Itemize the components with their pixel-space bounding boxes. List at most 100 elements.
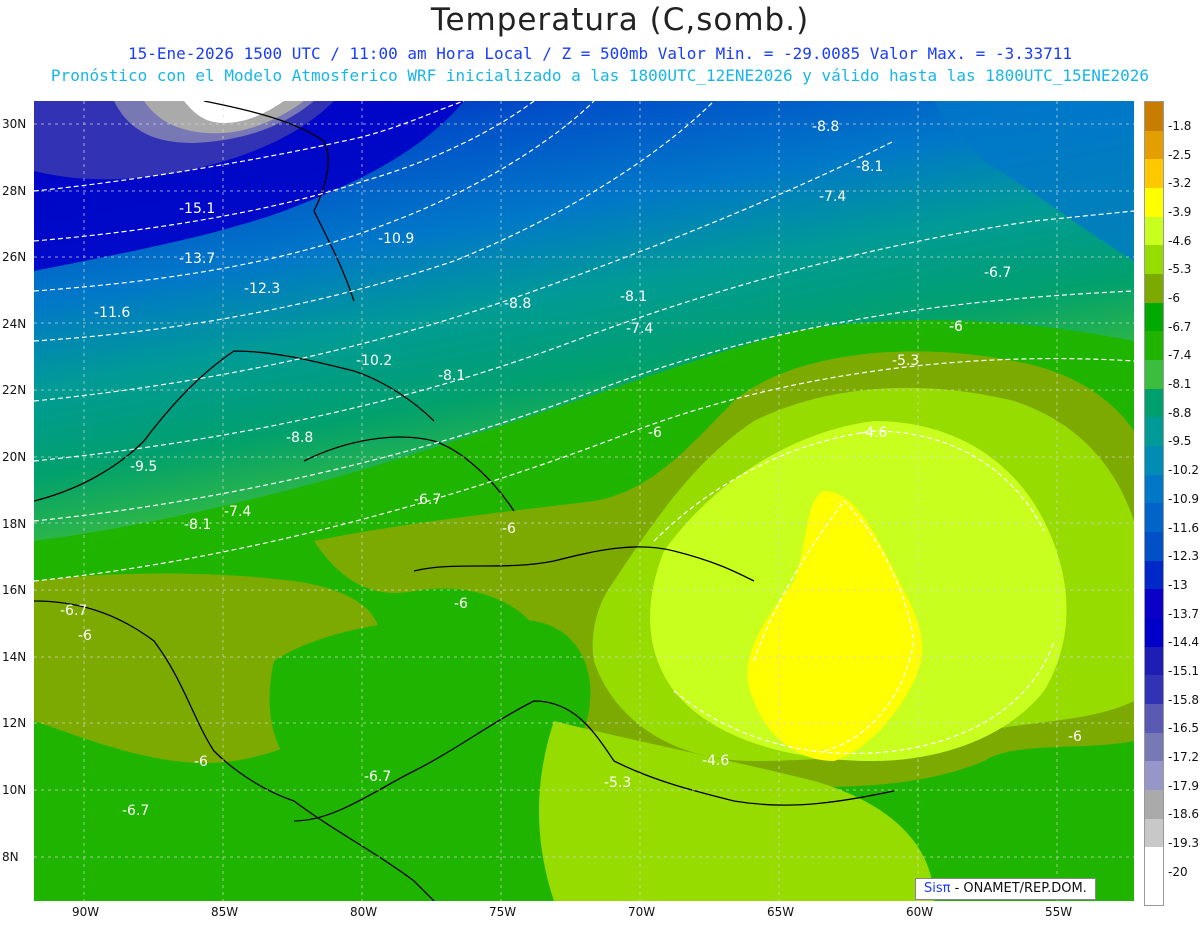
legend-label: -11.6 <box>1168 520 1200 535</box>
lon-tick: 55W <box>1045 905 1073 919</box>
contour-label: -8.1 <box>620 289 647 305</box>
contour-label: -8.8 <box>504 296 531 312</box>
lat-tick: 24N <box>2 317 27 331</box>
legend-label: -5.3 <box>1168 262 1192 277</box>
contour-label: -9.5 <box>130 459 157 475</box>
contour-label: -6 <box>949 319 963 335</box>
contour-label: -8.8 <box>812 119 839 135</box>
legend-label: -12.3 <box>1168 549 1200 564</box>
legend-swatch <box>1145 245 1163 275</box>
contour-label: -10.2 <box>356 353 392 369</box>
legend-label: -13 <box>1168 577 1188 592</box>
legend-swatch <box>1145 331 1163 361</box>
color-legend <box>1144 101 1164 906</box>
lat-tick: 26N <box>2 250 27 264</box>
legend-label: -16.5 <box>1168 721 1200 736</box>
contour-label: -6.7 <box>984 265 1011 281</box>
map-title: Temperatura (C,somb.) <box>430 2 810 38</box>
contour-label: -6 <box>1068 729 1082 745</box>
contour-label: -15.1 <box>179 201 215 217</box>
legend-label: -3.2 <box>1168 176 1192 191</box>
credit-badge: Sisπ - ONAMET/REP.DOM. <box>915 878 1096 900</box>
legend-swatch <box>1145 589 1163 619</box>
legend-swatch <box>1145 560 1163 590</box>
legend-label: -9.5 <box>1168 434 1192 449</box>
contour-label: -8.8 <box>286 430 313 446</box>
lat-tick: 28N <box>2 184 27 198</box>
lat-tick: 22N <box>2 383 27 397</box>
contour-label: -11.6 <box>94 305 130 321</box>
lat-tick: 16N <box>2 583 27 597</box>
legend-swatch <box>1145 102 1163 131</box>
lat-tick: 14N <box>2 650 27 664</box>
contour-label: -6.7 <box>414 492 441 508</box>
legend-label: -8.8 <box>1168 405 1192 420</box>
legend-swatch <box>1145 618 1163 647</box>
legend-label: -15.8 <box>1168 692 1200 707</box>
legend-label: -13.7 <box>1168 606 1200 621</box>
contour-label: -10.9 <box>378 231 414 247</box>
lon-tick: 80W <box>350 905 378 919</box>
lat-tick: 20N <box>2 450 27 464</box>
legend-swatch <box>1145 188 1163 217</box>
contour-label: -13.7 <box>179 251 215 267</box>
lon-tick: 70W <box>628 905 656 919</box>
legend-label: -20 <box>1168 864 1188 879</box>
contour-label: -6.7 <box>60 603 87 619</box>
contour-label: -7.4 <box>819 189 846 205</box>
legend-label: -6.7 <box>1168 319 1192 334</box>
lat-tick: 10N <box>2 783 27 797</box>
contour-label: -5.3 <box>892 353 919 369</box>
credit-text: - ONAMET/REP.DOM. <box>950 881 1087 896</box>
legend-swatch <box>1145 818 1163 848</box>
legend-swatch <box>1145 646 1163 676</box>
legend-label: -19.3 <box>1168 836 1200 850</box>
legend-label: -8.1 <box>1168 377 1192 392</box>
legend-label: -6 <box>1168 291 1180 306</box>
lon-tick: 65W <box>767 905 795 919</box>
legend-label: -15.1 <box>1168 663 1200 678</box>
contour-label: -8.1 <box>438 368 465 384</box>
lon-tick: 75W <box>489 905 517 919</box>
legend-label: -2.5 <box>1168 147 1192 162</box>
legend-label: -10.9 <box>1168 491 1200 506</box>
lon-tick: 60W <box>906 905 934 919</box>
contour-label: -7.4 <box>224 504 251 520</box>
legend-swatch <box>1145 790 1163 819</box>
forecast-valid-time: 15-Ene-2026 1500 UTC / 11:00 am Hora Loc… <box>127 44 1072 63</box>
lat-tick: 8N <box>2 850 19 864</box>
legend-swatch <box>1145 274 1163 303</box>
legend-swatch <box>1145 159 1163 189</box>
contour-label: -6 <box>502 521 516 537</box>
legend-swatch <box>1145 474 1163 504</box>
contour-label: -6 <box>194 754 208 770</box>
legend-label: -17.2 <box>1168 749 1200 764</box>
contour-label: -6 <box>454 596 468 612</box>
model-initialization-info: Pronóstico con el Modelo Atmosferico WRF… <box>50 66 1150 85</box>
legend-label: -17.9 <box>1168 778 1200 793</box>
contour-label: -7.4 <box>626 321 653 337</box>
legend-label: -4.6 <box>1168 233 1192 248</box>
contour-label: -8.1 <box>184 517 211 533</box>
lat-tick: 12N <box>2 716 27 730</box>
legend-label: -3.9 <box>1168 205 1192 220</box>
legend-swatch <box>1145 675 1163 705</box>
contour-label: -6 <box>648 425 662 441</box>
legend-swatch <box>1145 216 1163 246</box>
lat-tick: 18N <box>2 517 27 531</box>
contour-label: -6 <box>78 628 92 644</box>
contour-label: -5.3 <box>604 775 631 791</box>
legend-swatch <box>1145 446 1163 475</box>
contour-label: -6.7 <box>364 769 391 785</box>
legend-swatch <box>1145 130 1163 160</box>
contour-label: -4.6 <box>702 753 729 769</box>
contour-label: -4.6 <box>860 425 887 441</box>
legend-swatch <box>1145 532 1163 561</box>
legend-swatch <box>1145 704 1163 733</box>
lon-tick: 90W <box>72 905 100 919</box>
legend-label: -14.4 <box>1168 635 1200 650</box>
legend-swatch <box>1145 417 1163 447</box>
legend-swatch <box>1145 847 1163 877</box>
legend-label: -1.8 <box>1168 119 1192 133</box>
lon-tick: 85W <box>211 905 239 919</box>
